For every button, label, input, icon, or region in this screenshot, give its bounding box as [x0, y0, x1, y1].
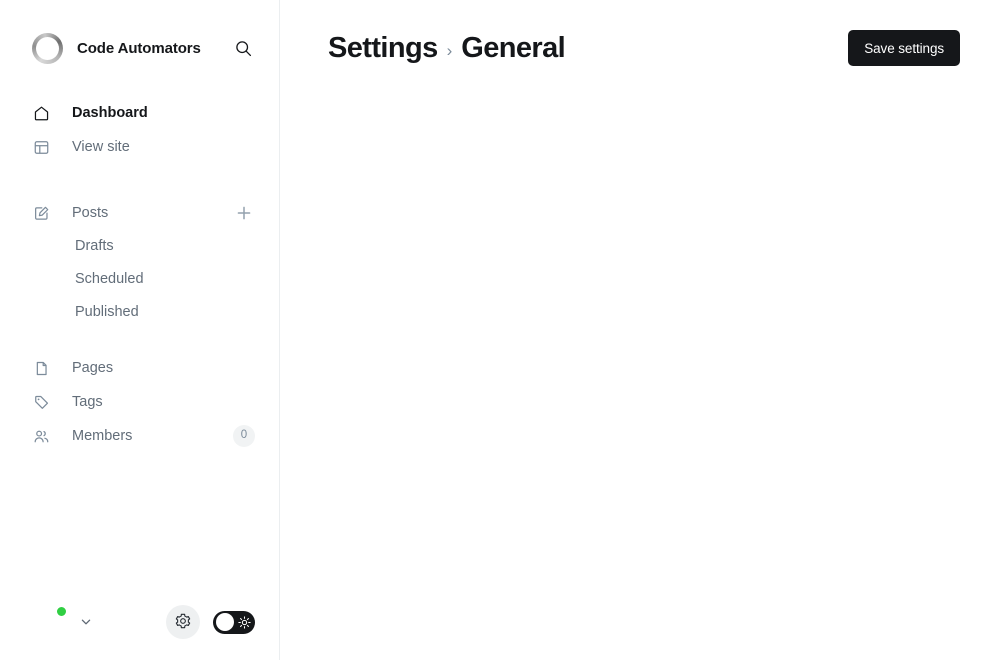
avatar — [34, 605, 67, 638]
home-icon — [32, 104, 50, 122]
page-icon — [32, 359, 50, 377]
users-icon — [32, 427, 50, 445]
sidebar-subitem-label: Scheduled — [75, 271, 144, 288]
search-icon[interactable] — [231, 36, 255, 60]
theme-toggle[interactable] — [213, 610, 255, 634]
sidebar-item-label: View site — [72, 138, 130, 155]
sun-icon — [237, 615, 251, 629]
sidebar-item-pages[interactable]: Pages — [0, 351, 279, 385]
sidebar-subitem-label: Published — [75, 304, 139, 321]
settings-panel-body — [280, 96, 1000, 660]
settings-button[interactable] — [166, 605, 200, 639]
sidebar: Code Automators Dashboard View site Post… — [0, 0, 280, 660]
sidebar-subitem-drafts[interactable]: Drafts — [0, 230, 279, 263]
sidebar-item-members[interactable]: Members 0 — [0, 419, 279, 453]
sidebar-item-label: Dashboard — [72, 104, 148, 121]
breadcrumb: Settings › General — [328, 31, 566, 65]
sidebar-item-tags[interactable]: Tags — [0, 385, 279, 419]
app-root: Code Automators Dashboard View site Post… — [0, 0, 1000, 660]
bottom-actions — [166, 605, 255, 639]
sidebar-subitem-published[interactable]: Published — [0, 296, 279, 329]
chevron-down-icon — [78, 614, 94, 630]
sidebar-item-view-site[interactable]: View site — [0, 130, 279, 164]
sidebar-item-label: Members — [72, 427, 133, 444]
edit-square-icon — [32, 204, 50, 222]
sidebar-item-label: Posts — [72, 204, 109, 221]
members-count-badge: 0 — [233, 425, 255, 447]
plus-icon[interactable] — [233, 202, 255, 224]
sidebar-item-dashboard[interactable]: Dashboard — [0, 96, 279, 130]
sidebar-subitem-label: Drafts — [75, 238, 114, 255]
sidebar-nav: Dashboard View site Posts Drafts Schedul… — [0, 96, 279, 584]
breadcrumb-root[interactable]: Settings — [328, 32, 438, 65]
main-header: Settings › General Save settings — [280, 0, 1000, 96]
toggle-knob — [215, 613, 234, 631]
site-title: Code Automators — [77, 39, 201, 57]
sidebar-item-label: Pages — [72, 359, 114, 376]
gear-icon — [174, 612, 192, 633]
status-badge-online — [56, 605, 67, 617]
layout-icon — [32, 138, 50, 156]
tag-icon — [32, 393, 50, 411]
sidebar-item-label: Tags — [72, 393, 103, 410]
sidebar-brand-row: Code Automators — [0, 0, 279, 96]
main-content: Settings › General Save settings — [280, 0, 1000, 660]
save-settings-button[interactable]: Save settings — [848, 30, 960, 66]
user-menu-button[interactable] — [34, 605, 94, 638]
sidebar-bottom-bar — [0, 584, 279, 660]
breadcrumb-separator-icon: › — [446, 40, 453, 60]
sidebar-item-posts[interactable]: Posts — [0, 196, 279, 230]
ring-logo-icon — [32, 32, 63, 64]
page-title: General — [461, 31, 566, 64]
sidebar-subitem-scheduled[interactable]: Scheduled — [0, 263, 279, 296]
